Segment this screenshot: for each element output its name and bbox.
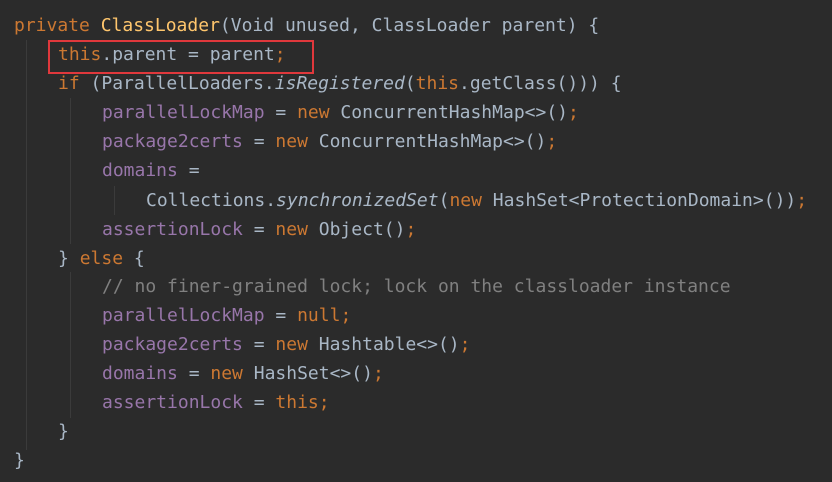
code-text: ( [404,73,416,94]
highlight-annotation-box [48,40,314,74]
semicolon: ; [568,102,579,123]
code-editor[interactable]: private ClassLoader(Void unused, ClassLo… [0,0,832,482]
code-line[interactable]: parallelLockMap = null; [102,301,351,330]
code-text: = [264,102,298,123]
code-text: = [177,363,211,384]
keyword: new [275,131,308,152]
code-line[interactable]: private ClassLoader(Void unused, ClassLo… [14,11,599,40]
semicolon: ; [459,334,471,355]
code-text: = [177,160,200,181]
field: parallelLockMap [102,102,265,123]
field: domains [102,160,178,181]
code-line[interactable]: parallelLockMap = new ConcurrentHashMap<… [102,98,579,127]
field: parallelLockMap [102,305,265,326]
code-line[interactable]: package2certs = new ConcurrentHashMap<>(… [102,127,557,156]
code-text: Collections. [146,190,277,211]
static-method: isRegistered [274,73,405,94]
code-text: HashSet<>() [242,363,373,384]
keyword: this [415,73,460,94]
code-line[interactable]: domains = [102,156,200,185]
code-text: Object() [307,219,406,240]
code-line[interactable]: } [58,417,69,446]
indent-guide [70,98,71,244]
code-line[interactable]: assertionLock = new Object(); [102,215,416,244]
field: package2certs [102,334,243,355]
indent-guide [114,186,115,215]
keyword: private [14,15,90,36]
code-text: (ParallelLoaders. [79,73,275,94]
comment: // no finer-grained lock; lock on the cl… [102,276,731,297]
indent-guide [70,272,71,418]
semicolon: ; [546,131,558,152]
code-line[interactable]: } else { [58,244,145,273]
semicolon: ; [318,392,330,413]
keyword: new [275,334,308,355]
constructor-name: ClassLoader [100,15,220,36]
field: domains [102,363,178,384]
code-text: Hashtable<>() [307,334,460,355]
code-text: = [242,219,276,240]
keyword: else [79,248,124,269]
code-text: .getClass())) { [459,73,622,94]
field: package2certs [102,131,243,152]
code-text: (Void unused, ClassLoader parent) { [219,15,600,36]
code-text: ( [438,190,450,211]
semicolon: ; [340,305,352,326]
code-line[interactable]: assertionLock = this; [102,388,330,417]
keyword: new [275,219,308,240]
code-text: } [58,248,80,269]
keyword: new [449,190,482,211]
semicolon: ; [372,363,384,384]
indent-guide [26,40,27,450]
code-text: ConcurrentHashMap<>() [307,131,547,152]
code-line[interactable]: package2certs = new Hashtable<>(); [102,330,470,359]
keyword: null [297,305,341,326]
keyword: if [58,73,80,94]
semicolon: ; [796,190,808,211]
keyword: new [297,102,330,123]
code-text: = [242,334,276,355]
field: assertionLock [102,219,243,240]
code-text: HashSet<ProtectionDomain>()) [481,190,797,211]
code-text: { [123,248,145,269]
code-text: = [242,131,276,152]
code-line[interactable]: Collections.synchronizedSet(new HashSet<… [146,186,807,215]
keyword: new [210,363,243,384]
code-line[interactable]: // no finer-grained lock; lock on the cl… [102,272,731,301]
code-text: = [264,305,298,326]
code-text: ConcurrentHashMap<>() [329,102,569,123]
code-line[interactable]: } [14,446,25,475]
static-method: synchronizedSet [276,190,439,211]
field: assertionLock [102,392,243,413]
closing-brace: } [14,450,25,471]
keyword: this [275,392,319,413]
closing-brace: } [58,421,69,442]
semicolon: ; [405,219,417,240]
code-text: = [242,392,276,413]
code-line[interactable]: domains = new HashSet<>(); [102,359,384,388]
